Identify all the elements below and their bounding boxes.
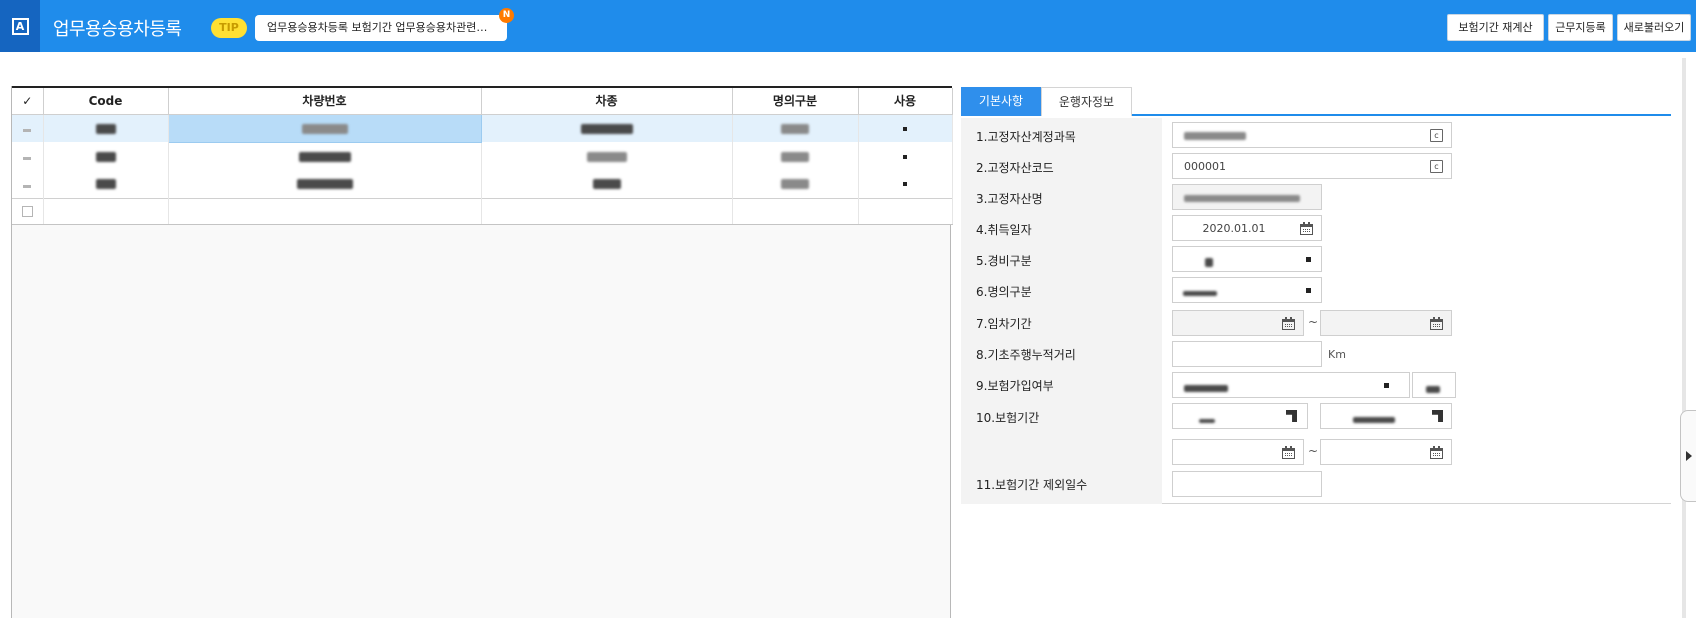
new-row-checkbox[interactable] bbox=[12, 197, 44, 225]
range-separator: ~ bbox=[1308, 315, 1319, 329]
calendar-icon[interactable] bbox=[1282, 446, 1295, 459]
dropdown-marker bbox=[1286, 410, 1297, 422]
label-acquisition-date: 4.취득일자 bbox=[976, 223, 1032, 237]
calendar-icon[interactable] bbox=[1300, 222, 1313, 235]
excluded-days-input[interactable] bbox=[1172, 471, 1322, 497]
cell-model[interactable] bbox=[481, 114, 733, 142]
cell-ownership[interactable] bbox=[732, 142, 859, 170]
cell-code[interactable] bbox=[43, 114, 169, 142]
dropdown-marker bbox=[1306, 288, 1311, 293]
column-header-model[interactable]: 차종 bbox=[481, 88, 733, 115]
cell-plate[interactable] bbox=[168, 142, 482, 170]
acquisition-date-value: 2020.01.01 bbox=[1202, 222, 1266, 235]
asset-code-field[interactable]: 000001 c bbox=[1172, 153, 1452, 179]
dropdown-marker bbox=[1384, 383, 1389, 388]
dropdown-marker bbox=[1306, 257, 1311, 262]
acquisition-date-field[interactable]: 2020.01.01 bbox=[1172, 215, 1322, 241]
insurance-period-unit-select[interactable] bbox=[1320, 403, 1452, 429]
cell-ownership[interactable] bbox=[732, 170, 859, 198]
new-cell-model[interactable] bbox=[481, 197, 733, 225]
code-help-icon[interactable]: c bbox=[1430, 160, 1443, 173]
row-marker bbox=[12, 114, 44, 142]
code-help-icon[interactable]: c bbox=[1430, 129, 1443, 142]
reload-button[interactable]: 새로불러오기 bbox=[1617, 14, 1691, 41]
label-initial-mileage: 8.기초주행누적거리 bbox=[976, 348, 1076, 362]
page-title: 업무용승용차등록 bbox=[53, 19, 182, 40]
tip-badge: TIP bbox=[211, 18, 247, 38]
cell-use[interactable] bbox=[858, 114, 953, 142]
label-lease-period: 7.임차기간 bbox=[976, 317, 1032, 331]
insurance-recalc-button[interactable]: 보험기간 재계산 bbox=[1447, 14, 1544, 41]
label-excluded-days: 11.보험기간 제외일수 bbox=[976, 478, 1088, 492]
insurance-end-date[interactable] bbox=[1320, 439, 1452, 465]
column-header-use[interactable]: 사용 bbox=[858, 88, 953, 115]
label-ownership-type: 6.명의구분 bbox=[976, 285, 1032, 299]
insurance-period-type-select[interactable] bbox=[1172, 403, 1308, 429]
insurance-start-date[interactable] bbox=[1172, 439, 1304, 465]
label-expense-type: 5.경비구분 bbox=[976, 254, 1032, 268]
cell-use[interactable] bbox=[858, 142, 953, 170]
cell-code[interactable] bbox=[43, 142, 169, 170]
label-asset-name: 3.고정자산명 bbox=[976, 192, 1043, 206]
label-insurance-enrolled: 9.보험가입여부 bbox=[976, 379, 1054, 393]
table-row[interactable] bbox=[12, 170, 953, 198]
tab-driver-info[interactable]: 운행자정보 bbox=[1041, 87, 1132, 116]
column-header-code[interactable]: Code bbox=[43, 88, 169, 115]
vehicle-grid: ✓ Code 차량번호 차종 명의구분 사용 bbox=[11, 86, 953, 618]
new-cell-plate[interactable] bbox=[168, 197, 482, 225]
cell-use[interactable] bbox=[858, 170, 953, 198]
new-badge: N bbox=[499, 8, 514, 23]
lease-start-date[interactable] bbox=[1172, 310, 1304, 336]
lease-end-date[interactable] bbox=[1320, 310, 1452, 336]
label-insurance-period: 10.보험기간 bbox=[976, 411, 1040, 425]
mileage-unit: Km bbox=[1328, 348, 1346, 361]
table-row[interactable] bbox=[12, 142, 953, 170]
new-cell-ownership[interactable] bbox=[732, 197, 859, 225]
label-asset-code: 2.고정자산코드 bbox=[976, 161, 1054, 175]
row-marker bbox=[12, 170, 44, 198]
label-asset-account: 1.고정자산계정과목 bbox=[976, 130, 1076, 144]
cell-plate[interactable] bbox=[167, 113, 482, 143]
range-separator: ~ bbox=[1308, 444, 1319, 458]
app-logo-icon[interactable]: A bbox=[0, 0, 40, 52]
cell-plate[interactable] bbox=[168, 170, 482, 198]
new-cell-code[interactable] bbox=[43, 197, 169, 225]
dropdown-marker bbox=[1432, 410, 1443, 422]
tab-basic-info[interactable]: 기본사항 bbox=[961, 87, 1041, 116]
basic-info-form: 1.고정자산계정과목 c 2.고정자산코드 000001 c 3.고정자산명 4… bbox=[961, 118, 1671, 504]
column-header-ownership[interactable]: 명의구분 bbox=[732, 88, 859, 115]
table-header-row: ✓ Code 차량번호 차종 명의구분 사용 bbox=[12, 88, 953, 115]
asset-account-field[interactable]: c bbox=[1172, 122, 1452, 148]
cell-ownership[interactable] bbox=[732, 114, 859, 142]
app-icon-letter: A bbox=[11, 17, 29, 35]
new-entry-row[interactable] bbox=[12, 197, 953, 225]
ownership-type-select[interactable] bbox=[1172, 277, 1322, 303]
cell-model[interactable] bbox=[481, 170, 733, 198]
vehicle-table: ✓ Code 차량번호 차종 명의구분 사용 bbox=[12, 88, 953, 225]
table-row[interactable] bbox=[12, 113, 953, 143]
asset-code-value: 000001 bbox=[1184, 160, 1226, 173]
initial-mileage-input[interactable] bbox=[1172, 341, 1322, 367]
chevron-right-icon bbox=[1686, 451, 1692, 461]
insurance-enrolled-code[interactable] bbox=[1412, 372, 1456, 398]
column-header-plate[interactable]: 차량번호 bbox=[168, 88, 482, 115]
vertical-scrollbar[interactable] bbox=[1682, 58, 1686, 618]
cell-code[interactable] bbox=[43, 170, 169, 198]
row-marker bbox=[12, 142, 44, 170]
top-bar: A 업무용승용차등록 TIP 업무용승용차등록 보험기간 업무용승용차관련비… … bbox=[0, 0, 1696, 52]
check-all-header[interactable]: ✓ bbox=[12, 88, 44, 115]
new-cell-use[interactable] bbox=[858, 197, 953, 225]
workplace-register-button[interactable]: 근무지등록 bbox=[1548, 14, 1613, 41]
tip-message[interactable]: 업무용승용차등록 보험기간 업무용승용차관련비… bbox=[255, 15, 507, 41]
side-panel-toggle[interactable] bbox=[1680, 410, 1696, 502]
cell-model[interactable] bbox=[481, 142, 733, 170]
calendar-icon[interactable] bbox=[1430, 446, 1443, 459]
calendar-icon[interactable] bbox=[1282, 317, 1295, 330]
calendar-icon[interactable] bbox=[1430, 317, 1443, 330]
detail-tabs: 기본사항 운행자정보 bbox=[961, 87, 1671, 116]
expense-type-select[interactable] bbox=[1172, 246, 1322, 272]
insurance-enrolled-select[interactable] bbox=[1172, 372, 1410, 398]
asset-name-field bbox=[1172, 184, 1322, 210]
